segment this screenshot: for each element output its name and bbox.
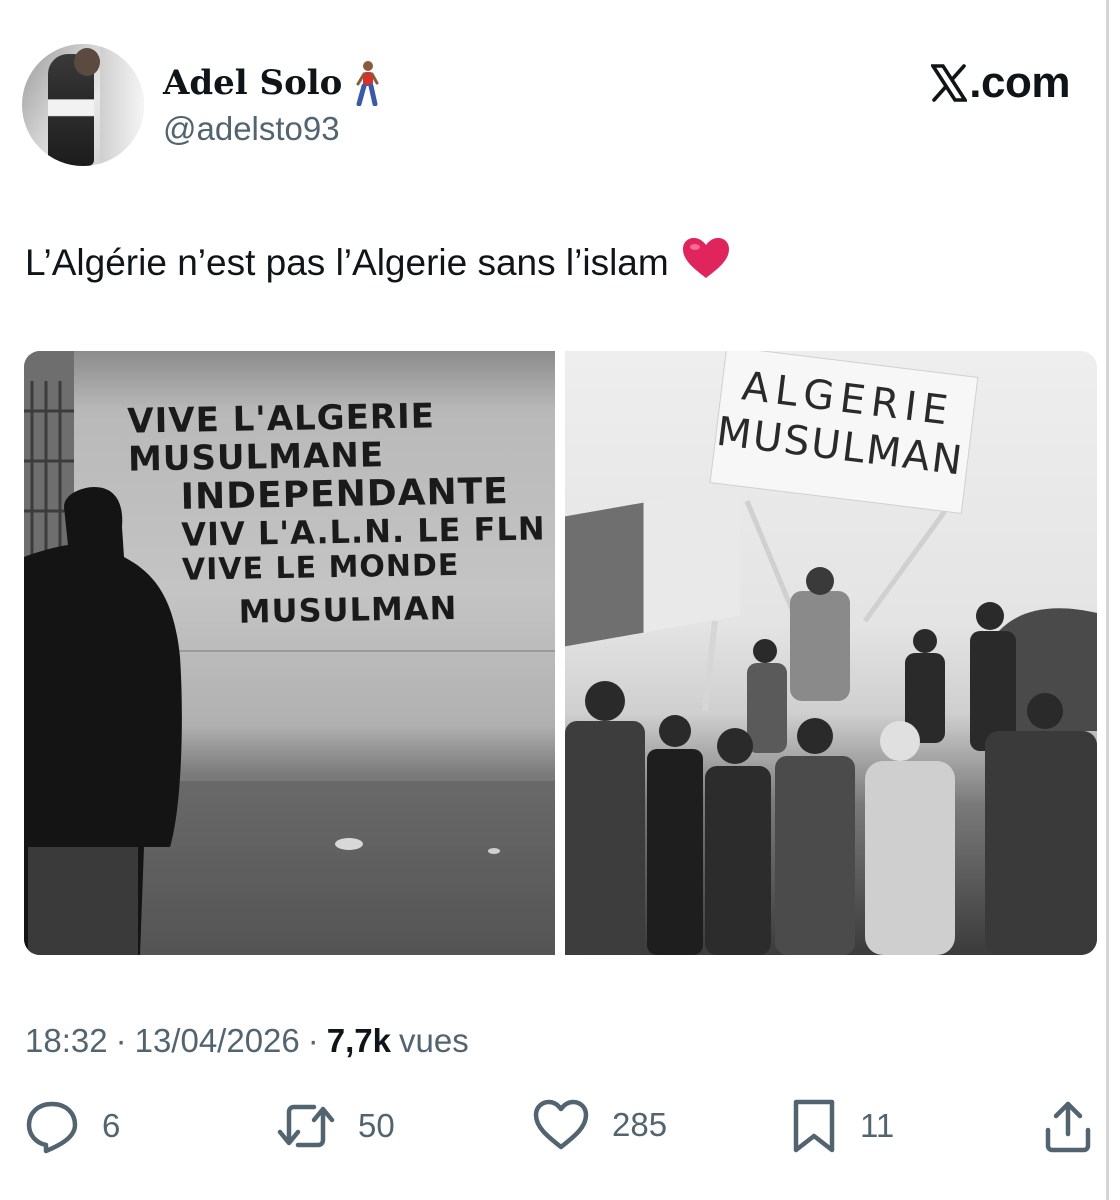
author-display-name[interactable]: Adel Solo bbox=[163, 63, 342, 103]
meta-separator: · bbox=[307, 1022, 319, 1059]
repost-count: 50 bbox=[358, 1107, 395, 1144]
reply-button[interactable]: 6 bbox=[24, 1098, 120, 1154]
author-name-row[interactable]: Adel Solo bbox=[163, 60, 380, 107]
tweet-action-bar: 6 50 285 11 bbox=[0, 1098, 1106, 1162]
wall-line: MUSULMAN bbox=[238, 588, 458, 631]
red-heart-icon bbox=[681, 236, 731, 289]
bookmark-count: 11 bbox=[860, 1107, 895, 1144]
tweet-meta: 18:32 · 13/04/2026 · 7,7k vues bbox=[25, 1022, 469, 1060]
bookmark-icon bbox=[793, 1099, 835, 1153]
x-logo-icon bbox=[931, 64, 968, 102]
media-photo-crowd-banner[interactable]: ALGERIE MUSULMANE bbox=[565, 351, 1097, 955]
hooded-figure-silhouette bbox=[24, 487, 182, 955]
walking-person-icon bbox=[354, 60, 380, 107]
avatar[interactable] bbox=[22, 44, 144, 166]
share-icon bbox=[1045, 1101, 1091, 1153]
tweet-text: L’Algérie n’est pas l’Algerie sans l’isl… bbox=[25, 236, 731, 289]
views-label: vues bbox=[399, 1022, 469, 1059]
bookmark-button[interactable]: 11 bbox=[790, 1098, 894, 1154]
crowd-silhouettes bbox=[565, 567, 1097, 955]
reply-count: 6 bbox=[102, 1107, 121, 1144]
tweet-media[interactable]: VIVE L'ALGERIE MUSULMANE INDEPENDANTE VI… bbox=[24, 351, 1097, 955]
views-count: 7,7k bbox=[326, 1022, 391, 1059]
tweet-time[interactable]: 18:32 bbox=[25, 1022, 108, 1060]
repost-icon bbox=[277, 1104, 335, 1148]
reply-icon bbox=[26, 1101, 78, 1154]
heart-icon bbox=[533, 1099, 589, 1150]
avatar-background bbox=[100, 44, 144, 166]
x-com-brand[interactable]: .com bbox=[931, 58, 1070, 108]
wall-line: VIV L'A.L.N. LE FLN bbox=[181, 509, 546, 555]
avatar-head bbox=[74, 48, 100, 76]
page-right-border bbox=[1106, 0, 1109, 1200]
repost-button[interactable]: 50 bbox=[276, 1098, 395, 1154]
share-button[interactable] bbox=[1042, 1098, 1094, 1154]
like-count: 285 bbox=[612, 1106, 668, 1143]
like-button[interactable]: 285 bbox=[532, 1098, 667, 1152]
wall-graffiti-text: VIVE L'ALGERIE MUSULMANE INDEPENDANTE VI… bbox=[127, 395, 547, 632]
tweet-text-content: L’Algérie n’est pas l’Algerie sans l’isl… bbox=[25, 241, 669, 283]
wall-line: VIVE LE MONDE bbox=[181, 548, 460, 589]
media-photo-wall-graffiti[interactable]: VIVE L'ALGERIE MUSULMANE INDEPENDANTE VI… bbox=[24, 351, 555, 955]
author-handle[interactable]: @adelsto93 bbox=[163, 110, 340, 148]
tweet-date[interactable]: 13/04/2026 bbox=[135, 1022, 300, 1060]
brand-domain-label: .com bbox=[969, 58, 1070, 107]
meta-separator: · bbox=[115, 1022, 127, 1059]
